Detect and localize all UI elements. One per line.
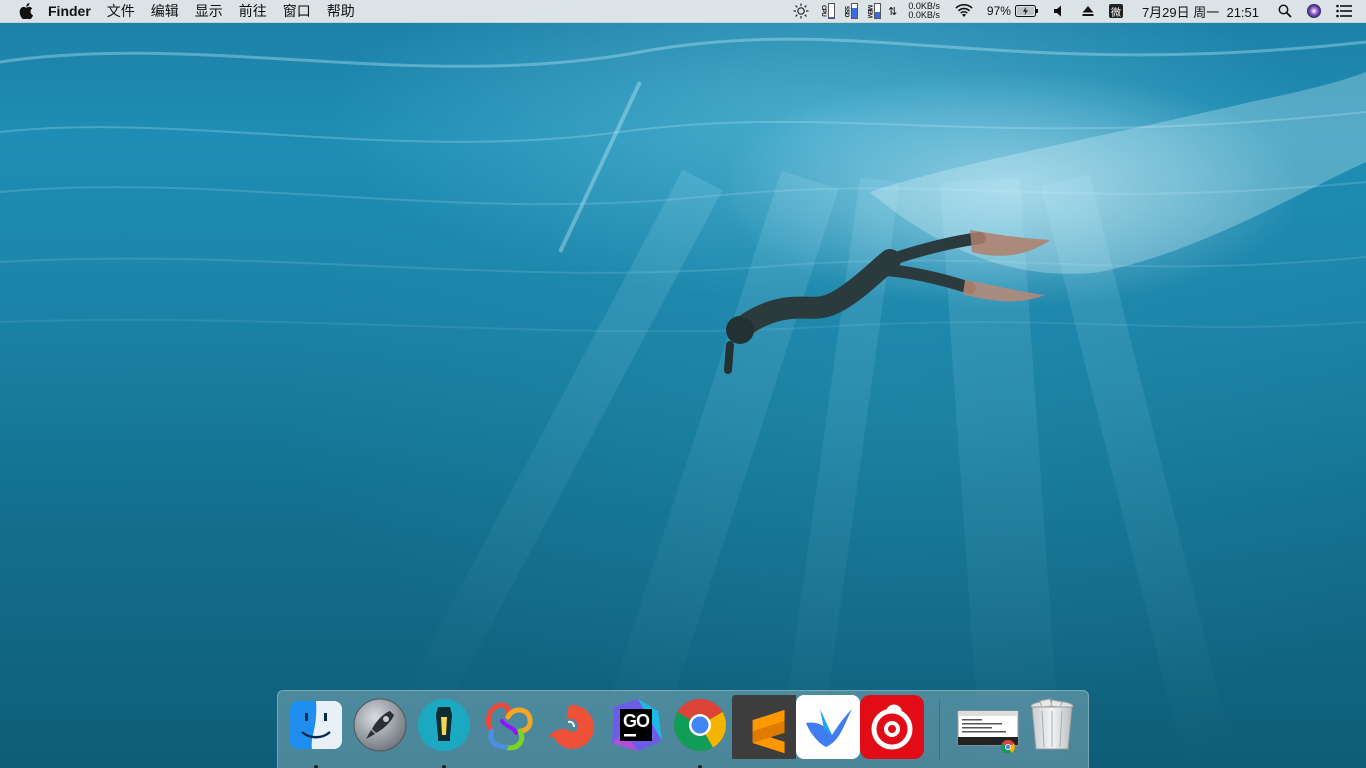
light-ray: [1040, 173, 1235, 768]
network-speed[interactable]: 0.0KB/s 0.0KB/s: [900, 2, 948, 20]
dock-app-swift[interactable]: [544, 697, 600, 757]
menu-window[interactable]: 窗口: [275, 0, 319, 22]
battery-icon: [1014, 5, 1038, 17]
ssd-meter[interactable]: SSD: [839, 3, 862, 19]
spotlight-icon[interactable]: [1271, 0, 1299, 22]
apple-menu-icon[interactable]: [16, 0, 36, 22]
mem-meter-bar: [874, 3, 882, 19]
desktop[interactable]: Finder 文件 编辑 显示 前往 窗口 帮助 CPU SSD MEM ⇅ 0…: [0, 0, 1366, 768]
battery-percent: 97%: [986, 4, 1011, 18]
ssd-meter-bar: [851, 3, 859, 19]
sublime-icon: [732, 695, 796, 759]
menu-bar: Finder 文件 编辑 显示 前往 窗口 帮助 CPU SSD MEM ⇅ 0…: [0, 0, 1366, 23]
mem-meter-label: MEM: [866, 4, 873, 18]
volume-icon[interactable]: [1046, 0, 1074, 22]
menu-help[interactable]: 帮助: [319, 0, 363, 22]
siri-icon[interactable]: [1299, 0, 1329, 22]
lantern-icon: [418, 699, 470, 751]
cpu-meter[interactable]: CPU: [816, 3, 839, 19]
finder-icon: [290, 701, 342, 749]
menu-file[interactable]: 文件: [99, 0, 143, 22]
notification-center-icon[interactable]: [1329, 0, 1366, 22]
dock-minimized-window[interactable]: [956, 697, 1020, 757]
dock-app-sublime[interactable]: [732, 695, 796, 759]
menu-go[interactable]: 前往: [231, 0, 275, 22]
trash-icon: [1030, 698, 1074, 750]
netease-music-icon: [860, 695, 924, 759]
app-menu-finder[interactable]: Finder: [48, 0, 99, 22]
dock-trash[interactable]: [1024, 697, 1080, 757]
battery-status[interactable]: 97%: [980, 0, 1046, 22]
mem-meter[interactable]: MEM: [862, 3, 885, 19]
menu-view[interactable]: 显示: [187, 0, 231, 22]
cpu-meter-label: CPU: [820, 5, 827, 17]
dock-app-chrome[interactable]: [672, 697, 728, 768]
swift-icon: [548, 705, 594, 749]
feishu-icon: [796, 695, 860, 759]
wechat-input-icon[interactable]: 微: [1102, 0, 1130, 22]
dock-app-netease-music[interactable]: [860, 695, 924, 759]
net-download-speed: 0.0KB/s: [908, 10, 940, 20]
dock-app-navicat[interactable]: [480, 697, 536, 757]
eject-icon[interactable]: [1074, 0, 1102, 22]
dock-app-lantern[interactable]: [416, 697, 472, 768]
network-arrows-icon: ⇅: [888, 5, 898, 18]
wifi-icon[interactable]: [948, 0, 980, 22]
chrome-minimized-window-icon: [957, 710, 1019, 753]
ssd-meter-label: SSD: [843, 5, 850, 17]
clock[interactable]: 7月29日 周一 21:51: [1130, 0, 1271, 22]
dock-app-goland[interactable]: GO: [608, 697, 664, 757]
brightness-icon[interactable]: [786, 0, 816, 22]
launchpad-icon: [353, 698, 407, 752]
chrome-icon: [674, 699, 726, 751]
dock-app-finder[interactable]: [288, 697, 344, 768]
dock-app-launchpad[interactable]: [352, 697, 408, 757]
cpu-meter-bar: [828, 3, 836, 19]
menu-edit[interactable]: 编辑: [143, 0, 187, 22]
dock: GO: [277, 690, 1089, 768]
goland-label: GO: [623, 711, 650, 731]
navicat-icon: [485, 702, 533, 751]
dock-app-feishu[interactable]: [796, 695, 860, 759]
dock-separator: [939, 699, 940, 761]
diver-silhouette: [724, 230, 1050, 374]
